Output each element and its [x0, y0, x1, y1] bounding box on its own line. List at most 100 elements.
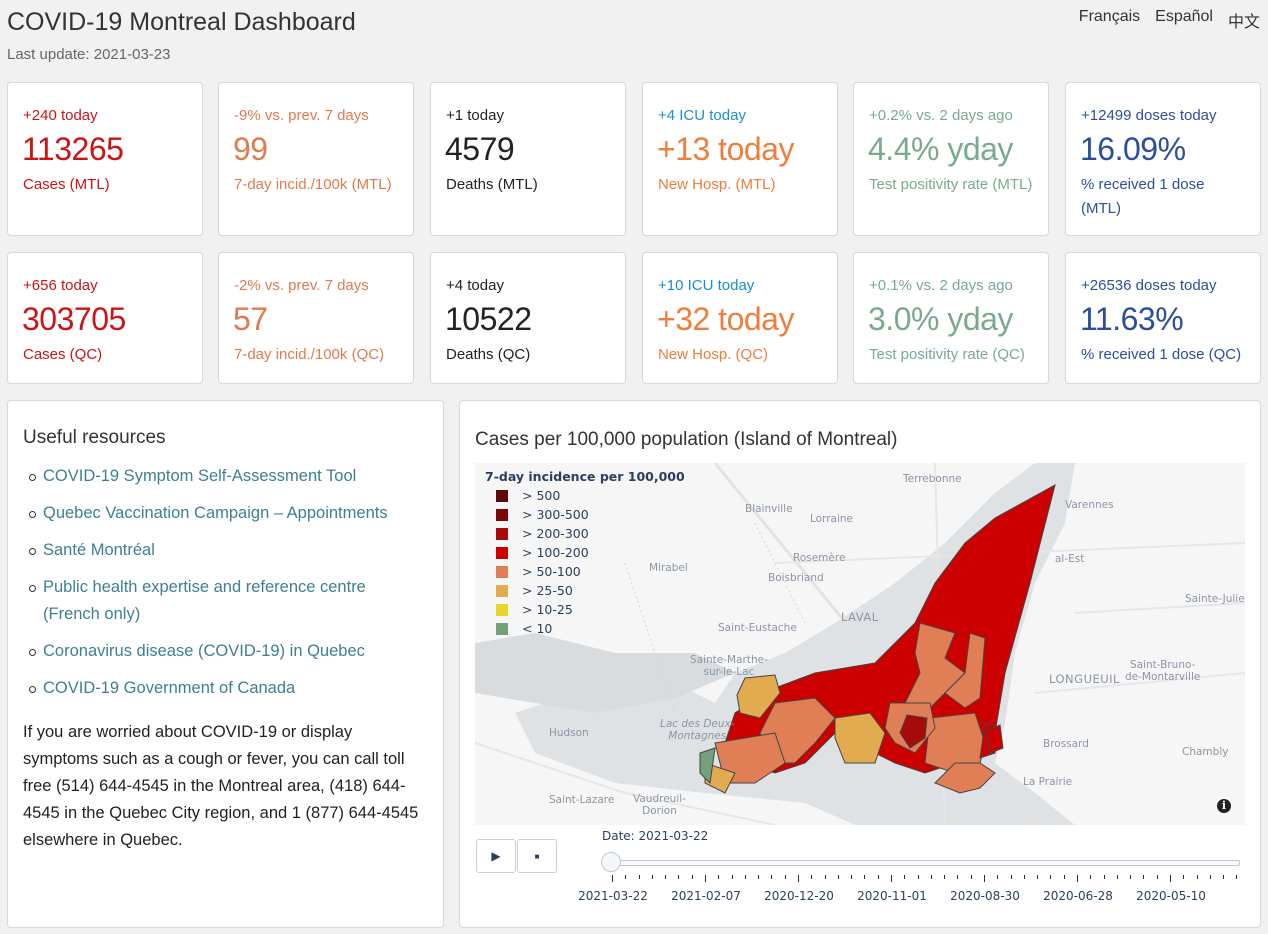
place-label: Blainville [745, 503, 793, 515]
stat-delta: +4 ICU today [658, 107, 746, 124]
stat-label: % received 1 dose (QC) [1081, 346, 1242, 363]
stat-delta: +26536 doses today [1081, 277, 1217, 294]
slider-tick [1223, 875, 1225, 879]
resource-link-self-assessment[interactable]: COVID-19 Symptom Self-Assessment Tool [43, 467, 356, 485]
slider-tick [984, 875, 985, 882]
resource-link-canada[interactable]: COVID-19 Government of Canada [43, 679, 295, 697]
legend-label: > 10-25 [522, 602, 573, 617]
date-slider-rail[interactable] [604, 860, 1240, 866]
stat-value: 3.0% yday [868, 301, 1013, 337]
stat-value: 16.09% [1080, 131, 1186, 167]
slider-tick [705, 875, 706, 882]
stat-label: New Hosp. (MTL) [658, 176, 776, 193]
list-item: COVID-19 Government of Canada [23, 675, 423, 702]
stat-value: 10522 [445, 301, 532, 337]
list-item: Quebec Vaccination Campaign – Appointmen… [23, 500, 423, 527]
legend-label: > 500 [522, 488, 561, 503]
stat-label: Test positivity rate (QC) [869, 346, 1025, 363]
lang-french-link[interactable]: Français [1079, 8, 1140, 32]
stat-delta: -2% vs. prev. 7 days [234, 277, 369, 294]
slider-tick [1130, 875, 1132, 879]
legend-swatch [496, 508, 508, 521]
place-label: Varennes [1065, 499, 1114, 511]
slider-tick-label[interactable]: 2020-12-20 [764, 889, 834, 903]
slider-tick [864, 875, 866, 879]
legend-item[interactable]: > 500 [485, 486, 685, 505]
last-update: Last update: 2021-03-23 [7, 46, 171, 63]
slider-tick [1209, 875, 1211, 879]
slider-tick [1183, 875, 1185, 879]
stat-delta: +12499 doses today [1081, 107, 1217, 124]
legend-label: > 50-100 [522, 564, 581, 579]
stat-delta: +4 today [446, 277, 504, 294]
resources-panel: Useful resources COVID-19 Symptom Self-A… [7, 400, 444, 928]
date-slider-handle[interactable] [601, 852, 621, 872]
slider-tick-label[interactable]: 2020-11-01 [857, 889, 927, 903]
slider-tick [1090, 875, 1092, 879]
slider-tick-label[interactable]: 2021-02-07 [671, 889, 741, 903]
stat-label: 7-day incid./100k (QC) [234, 346, 385, 363]
legend-item[interactable]: > 300-500 [485, 505, 685, 524]
stat-label: Cases (QC) [23, 346, 103, 363]
lang-spanish-link[interactable]: Español [1155, 8, 1213, 32]
slider-tick-label[interactable]: 2020-08-30 [950, 889, 1020, 903]
slider-tick-label[interactable]: 2020-06-28 [1043, 889, 1113, 903]
slider-tick-label[interactable]: 2020-05-10 [1136, 889, 1206, 903]
slider-tick [824, 875, 826, 879]
resource-link-vaccination[interactable]: Quebec Vaccination Campaign – Appointmen… [43, 504, 388, 522]
legend-item[interactable]: < 10 [485, 619, 685, 638]
slider-tick [612, 875, 613, 882]
info-icon[interactable]: i [1217, 799, 1231, 813]
stat-card-deaths-mtl: +1 today 4579 Deaths (MTL) [430, 82, 626, 236]
place-label: Saint-Bruno-de-Montarville [1125, 659, 1201, 683]
slider-tick [917, 875, 919, 879]
slider-tick [1143, 875, 1145, 879]
choropleth-map[interactable]: 7-day incidence per 100,000 > 500 > 300-… [475, 463, 1245, 825]
slider-tick [1170, 875, 1171, 882]
slider-tick [1063, 875, 1065, 879]
stat-card-positivity-mtl: +0.2% vs. 2 days ago 4.4% yday Test posi… [853, 82, 1049, 236]
slider-tick [758, 875, 760, 879]
slider-tick [997, 875, 999, 879]
legend-item[interactable]: > 25-50 [485, 581, 685, 600]
legend-item[interactable]: > 10-25 [485, 600, 685, 619]
place-label: Saint-Lazare [549, 794, 615, 806]
play-icon: ▶ [491, 849, 501, 863]
slider-tick [731, 875, 733, 879]
place-label: Lorraine [810, 513, 854, 525]
stat-label: % received 1 dose (MTL) [1081, 176, 1205, 217]
slider-tick [904, 875, 906, 879]
stop-button[interactable]: ■ [517, 839, 557, 873]
stat-value: +13 today [657, 131, 794, 167]
resources-list: COVID-19 Symptom Self-Assessment Tool Qu… [23, 463, 423, 712]
slider-tick [638, 875, 640, 879]
legend-item[interactable]: > 100-200 [485, 543, 685, 562]
stat-delta: -9% vs. prev. 7 days [234, 107, 369, 124]
page-title: COVID-19 Montreal Dashboard [7, 8, 356, 36]
play-button[interactable]: ▶ [476, 839, 516, 873]
legend-item[interactable]: > 200-300 [485, 524, 685, 543]
place-label: Terrebonne [903, 473, 962, 485]
legend-label: < 10 [522, 621, 553, 636]
lang-chinese-link[interactable]: 中文 [1228, 8, 1260, 32]
place-label: LAVAL [841, 610, 879, 624]
slider-tick-label[interactable]: 2021-03-22 [578, 889, 648, 903]
slider-tick [891, 875, 892, 882]
slider-tick [944, 875, 946, 879]
resource-link-inspq[interactable]: Public health expertise and reference ce… [43, 578, 366, 623]
stat-value: 57 [233, 301, 268, 337]
resource-link-quebec[interactable]: Coronavirus disease (COVID-19) in Quebec [43, 642, 365, 660]
map-title: Cases per 100,000 population (Island of … [475, 429, 898, 450]
stat-label: Cases (MTL) [23, 176, 110, 193]
legend-label: > 25-50 [522, 583, 573, 598]
place-label: Lac des Deux- Montagnes [660, 718, 735, 742]
slider-tick [718, 875, 720, 879]
stat-delta: +10 ICU today [658, 277, 755, 294]
slider-tick [1236, 875, 1238, 879]
place-label: Saint-Eustache [718, 622, 797, 634]
list-item: Coronavirus disease (COVID-19) in Quebec [23, 638, 423, 665]
slider-tick [811, 875, 813, 879]
slider-tick [665, 875, 667, 879]
stat-card-incidence-qc: -2% vs. prev. 7 days 57 7-day incid./100… [218, 252, 414, 384]
resource-link-sante-montreal[interactable]: Santé Montréal [43, 541, 155, 559]
